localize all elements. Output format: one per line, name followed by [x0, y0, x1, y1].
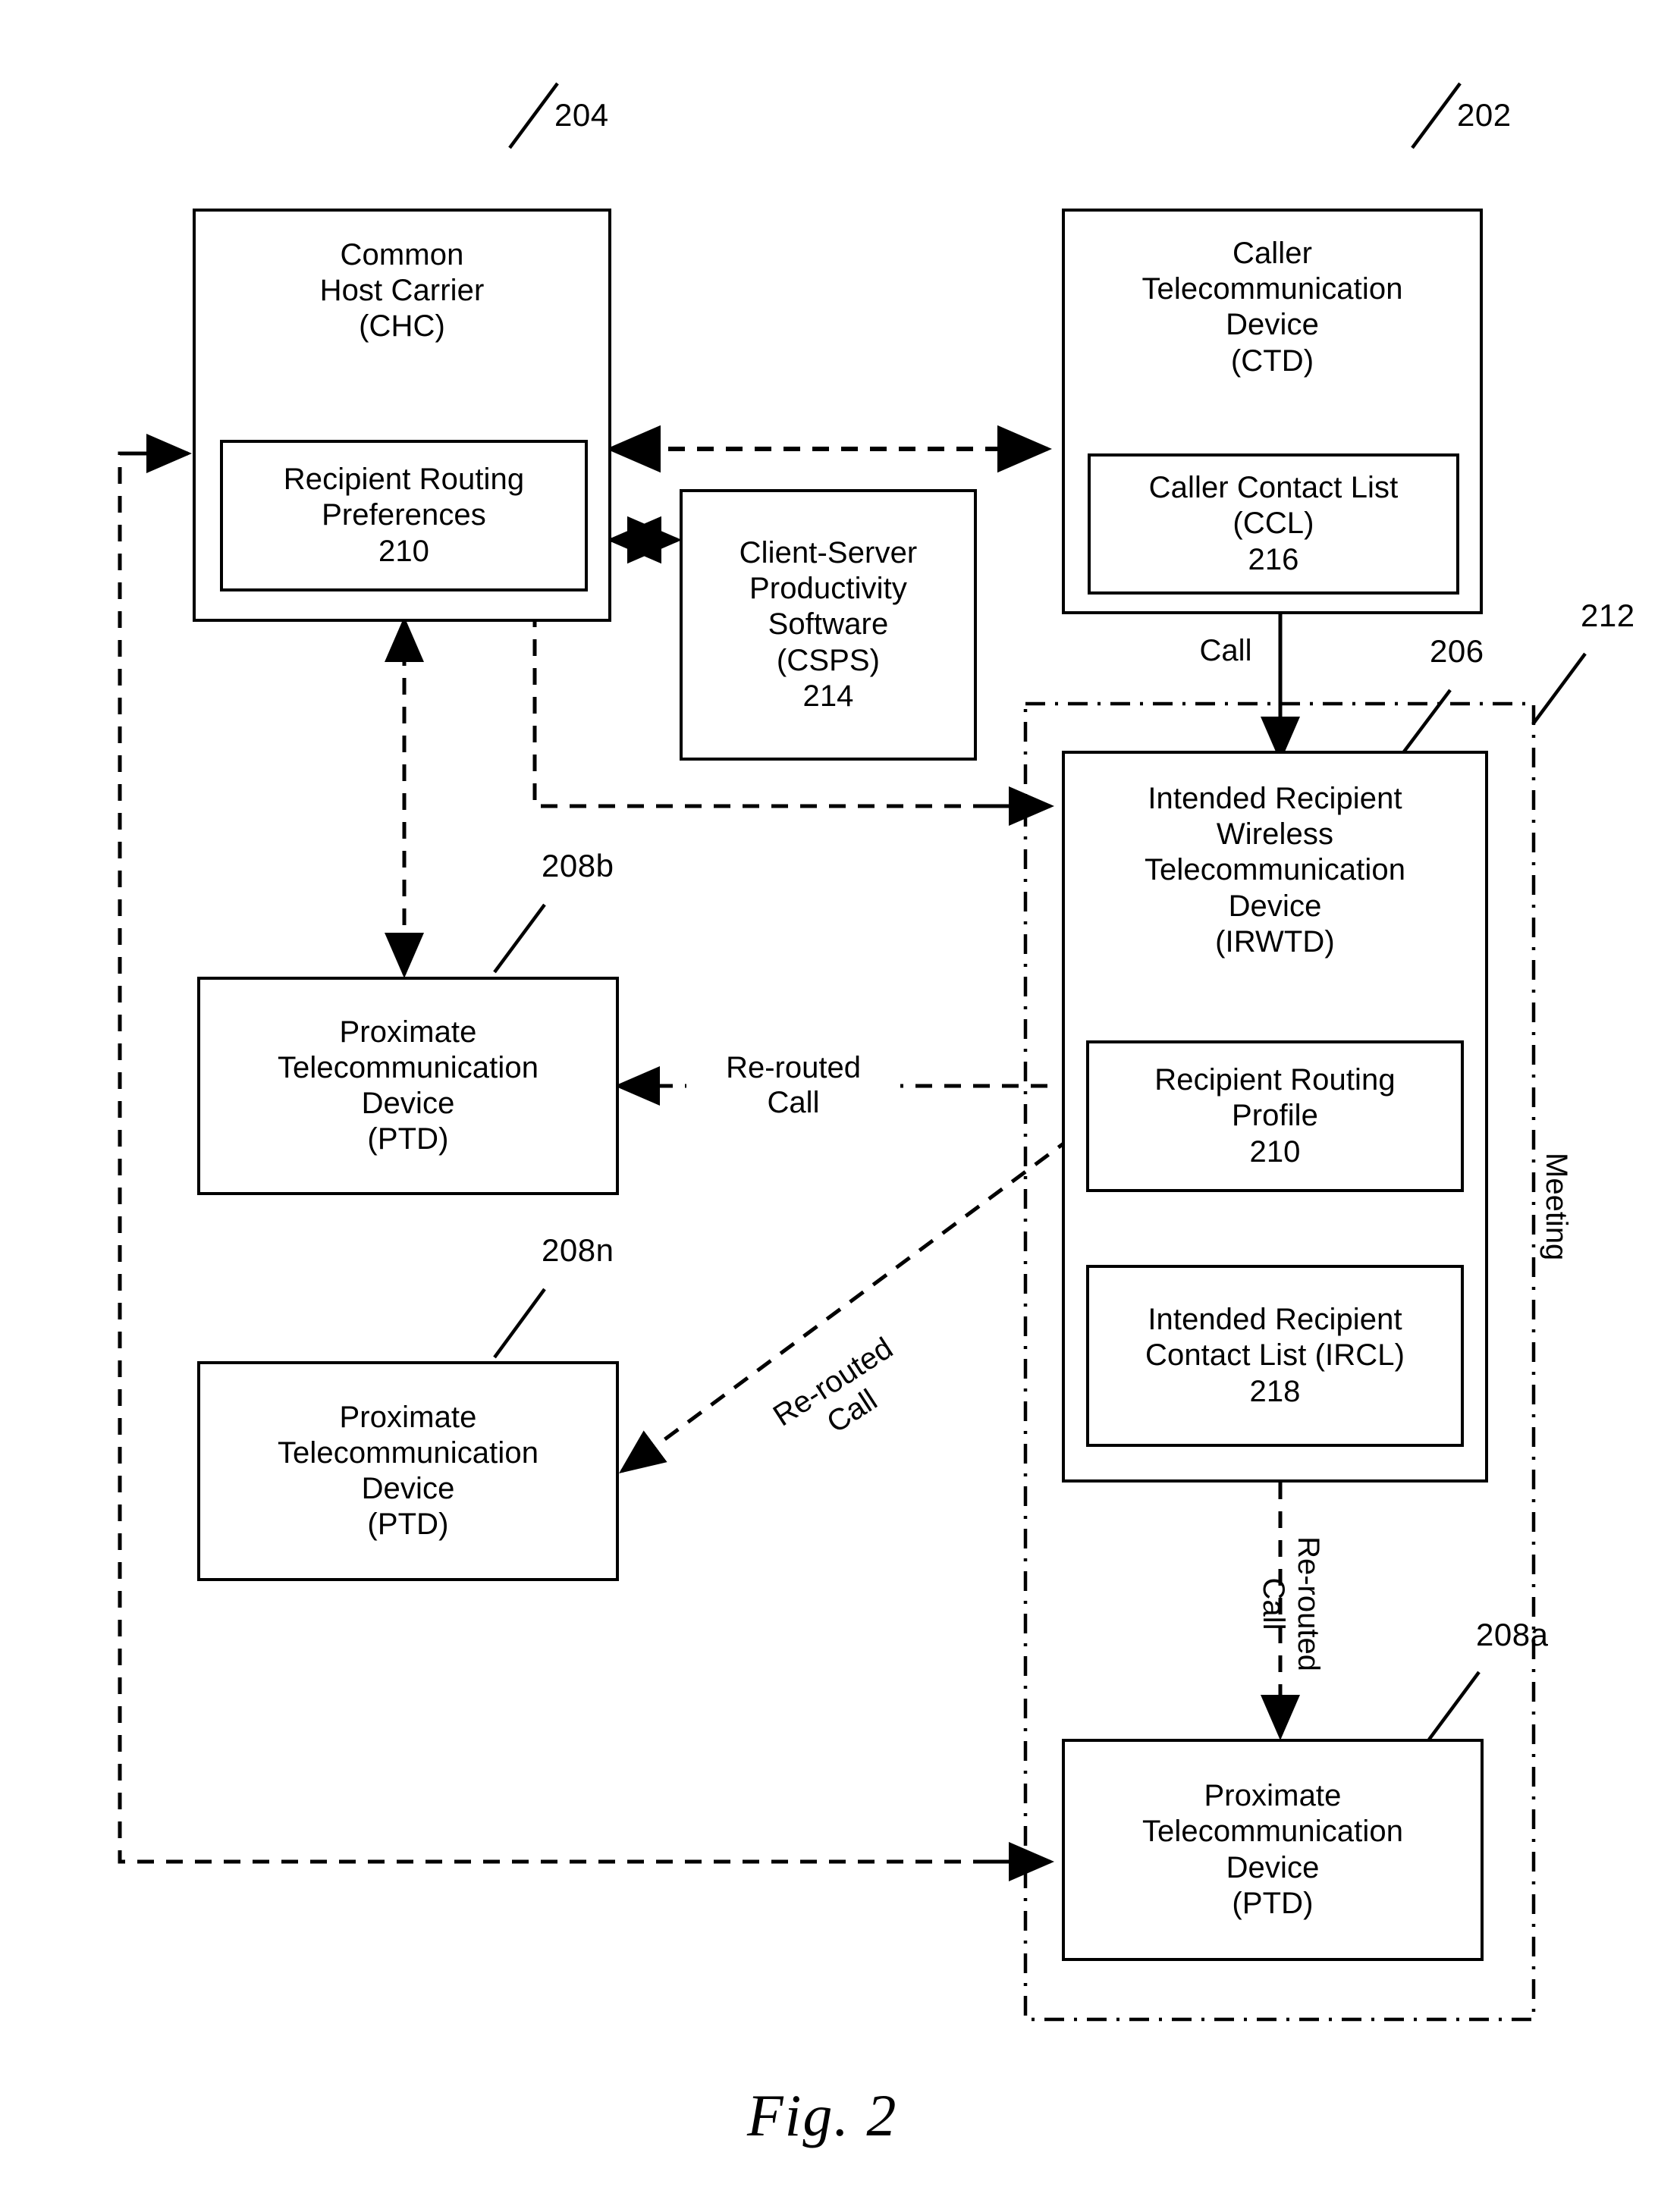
block-chc-title: Common Host Carrier (CHC)	[319, 238, 485, 344]
block-irwtd-title: Intended Recipient Wireless Telecommunic…	[1144, 782, 1406, 959]
edge-label-rerouted-call-a: Re-routed Call	[1257, 1536, 1325, 1671]
block-proximate-device-a[interactable]: Proximate Telecommunication Device (PTD)	[1062, 1739, 1484, 1961]
ref-212: 212	[1581, 598, 1635, 633]
ref-204: 204	[554, 97, 609, 133]
block-recipient-routing-preferences[interactable]: Recipient Routing Preferences 210	[220, 440, 588, 591]
block-rrp-title: Recipient Routing Preferences 210	[283, 463, 525, 568]
ref-208n: 208n	[542, 1232, 614, 1268]
block-ctd-title: Caller Telecommunication Device (CTD)	[1141, 237, 1403, 378]
block-ptdn-title: Proximate Telecommunication Device (PTD)	[277, 1400, 539, 1542]
block-proximate-device-n[interactable]: Proximate Telecommunication Device (PTD)	[197, 1361, 619, 1581]
block-recipient-routing-profile[interactable]: Recipient Routing Profile 210	[1086, 1040, 1464, 1192]
ref-206: 206	[1430, 633, 1484, 669]
block-csps-title: Client-Server Productivity Software (CSP…	[739, 536, 918, 713]
edge-label-rerouted-call-n: Re-routed Call	[767, 1331, 899, 1440]
block-ccl-title: Caller Contact List (CCL) 216	[1148, 471, 1399, 576]
edge-label-rerouted-call-b: Re-routed Call	[686, 1050, 900, 1120]
edge-label-call: Call	[1199, 634, 1252, 667]
block-caller-contact-list[interactable]: Caller Contact List (CCL) 216	[1088, 453, 1459, 595]
block-ircl-title: Intended Recipient Contact List (IRCL) 2…	[1145, 1303, 1405, 1408]
region-label-meeting: Meeting	[1540, 1153, 1573, 1261]
block-proximate-device-b[interactable]: Proximate Telecommunication Device (PTD)	[197, 977, 619, 1195]
block-intended-recipient-contact-list[interactable]: Intended Recipient Contact List (IRCL) 2…	[1086, 1265, 1464, 1447]
ref-208a: 208a	[1476, 1617, 1549, 1652]
figure-caption: Fig. 2	[747, 2082, 898, 2148]
block-ptdb-title: Proximate Telecommunication Device (PTD)	[277, 1015, 539, 1156]
patent-figure-sheet: IRWTD (solid vertical arrow) ---- --> CH…	[0, 0, 1680, 2212]
ref-208b: 208b	[542, 848, 614, 883]
block-client-server-productivity-software[interactable]: Client-Server Productivity Software (CSP…	[680, 489, 977, 761]
block-ptda-title: Proximate Telecommunication Device (PTD)	[1141, 1779, 1404, 1920]
block-rrprofile-title: Recipient Routing Profile 210	[1154, 1063, 1396, 1169]
ref-202: 202	[1457, 97, 1512, 133]
